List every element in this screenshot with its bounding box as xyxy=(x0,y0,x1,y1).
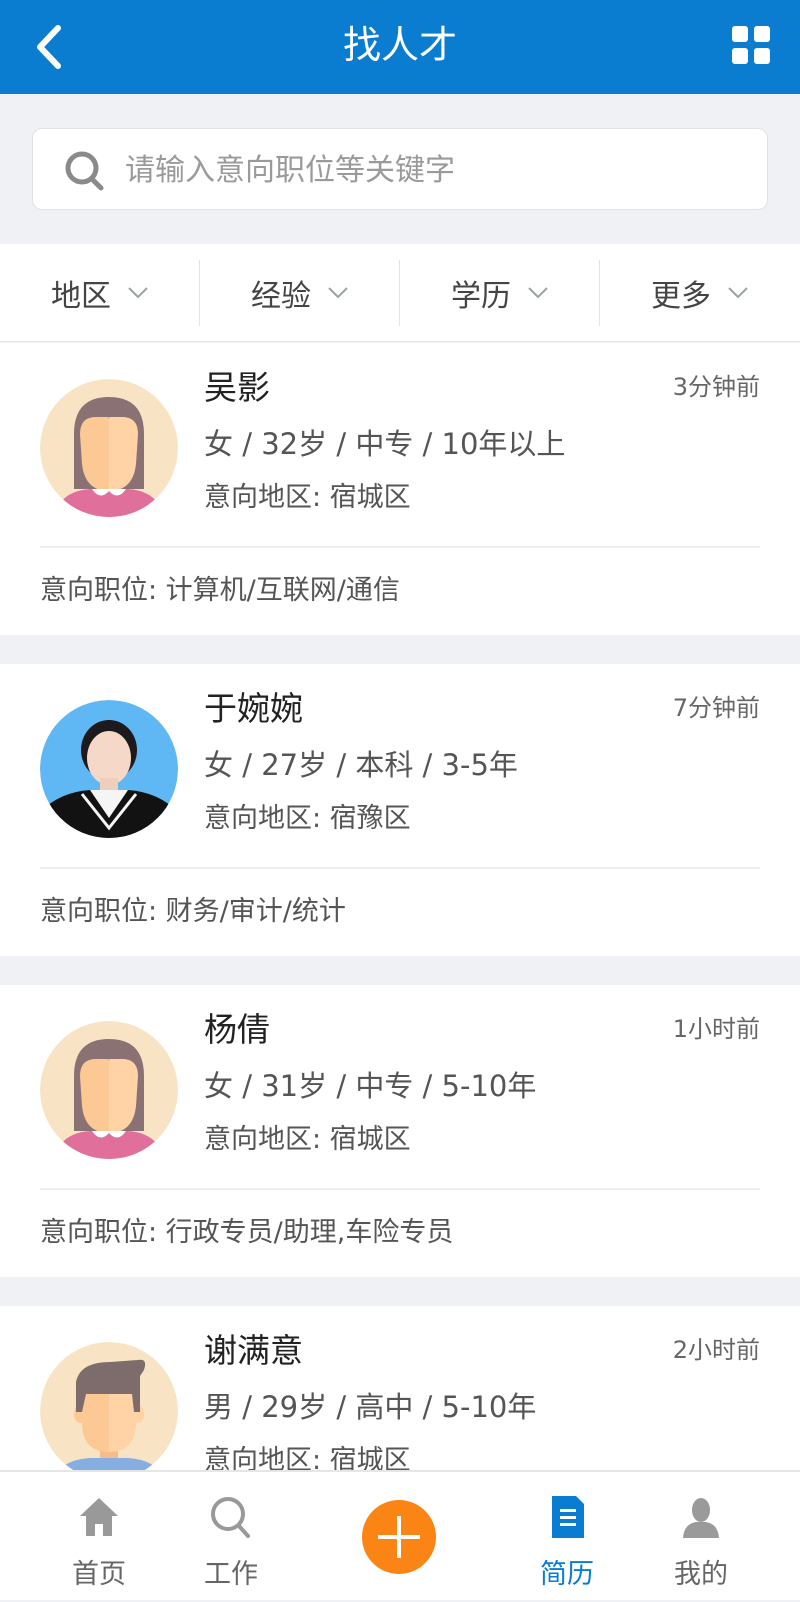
update-time: 3分钟前 xyxy=(672,373,760,401)
divider xyxy=(40,867,760,869)
menu-grid-button[interactable] xyxy=(732,26,772,66)
female-avatar-icon xyxy=(40,1021,178,1159)
chevron-down-icon xyxy=(128,286,148,298)
candidate-name: 吴影 xyxy=(204,368,270,407)
nav-home[interactable]: 首页 xyxy=(44,1472,154,1602)
bottom-nav: 首页 工作 简历 我的 xyxy=(0,1470,800,1600)
candidate-info: 女 / 27岁 / 本科 / 3-5年 xyxy=(204,748,518,782)
update-time: 2小时前 xyxy=(672,1336,760,1364)
user-icon xyxy=(683,1498,719,1538)
resume-icon xyxy=(552,1496,584,1538)
nav-profile[interactable]: 我的 xyxy=(646,1472,756,1602)
filter-label: 更多 xyxy=(651,278,711,314)
filter-region[interactable]: 地区 xyxy=(0,244,200,341)
avatar xyxy=(40,379,178,517)
update-time: 7分钟前 xyxy=(672,694,760,722)
candidate-info: 女 / 31岁 / 中专 / 5-10年 xyxy=(204,1069,537,1103)
photo-avatar-icon xyxy=(40,700,178,838)
candidate-name: 于婉婉 xyxy=(204,689,303,728)
divider xyxy=(40,546,760,548)
page-title: 找人才 xyxy=(342,23,457,67)
candidate-name: 杨倩 xyxy=(204,1010,270,1049)
filter-label: 学历 xyxy=(451,278,511,314)
desired-region: 意向地区: 宿豫区 xyxy=(204,803,411,834)
search-section xyxy=(0,94,800,244)
filter-bar: 地区 经验 学历 更多 xyxy=(0,244,800,342)
desired-position: 意向职位: 计算机/互联网/通信 xyxy=(40,575,400,606)
search-bar[interactable] xyxy=(32,128,768,210)
male-avatar-icon xyxy=(40,1342,178,1480)
avatar xyxy=(40,1021,178,1159)
avatar xyxy=(40,1342,178,1480)
nav-label: 我的 xyxy=(674,1559,728,1590)
search-icon xyxy=(211,1497,250,1538)
add-button[interactable] xyxy=(362,1500,436,1574)
search-icon xyxy=(65,151,104,191)
nav-label: 首页 xyxy=(72,1559,126,1590)
filter-education[interactable]: 学历 xyxy=(400,244,600,341)
desired-region: 意向地区: 宿城区 xyxy=(204,1124,411,1155)
resume-card[interactable]: 吴影 3分钟前 女 / 32岁 / 中专 / 10年以上 意向地区: 宿城区 意… xyxy=(0,343,800,635)
desired-position: 意向职位: 行政专员/助理,车险专员 xyxy=(40,1217,454,1248)
nav-jobs[interactable]: 工作 xyxy=(176,1472,286,1602)
chevron-down-icon xyxy=(528,286,548,298)
nav-label: 简历 xyxy=(540,1559,594,1590)
nav-resume[interactable]: 简历 xyxy=(512,1472,622,1602)
resume-card[interactable]: 于婉婉 7分钟前 女 / 27岁 / 本科 / 3-5年 意向地区: 宿豫区 意… xyxy=(0,664,800,956)
filter-more[interactable]: 更多 xyxy=(600,244,800,341)
desired-position: 意向职位: 财务/审计/统计 xyxy=(40,896,346,927)
home-icon xyxy=(80,1498,118,1536)
desired-region: 意向地区: 宿城区 xyxy=(204,482,411,513)
female-avatar-icon xyxy=(40,379,178,517)
candidate-name: 谢满意 xyxy=(204,1331,303,1370)
filter-experience[interactable]: 经验 xyxy=(200,244,400,341)
filter-label: 经验 xyxy=(251,278,311,314)
nav-label: 工作 xyxy=(204,1559,258,1590)
update-time: 1小时前 xyxy=(672,1015,760,1043)
search-input[interactable] xyxy=(125,143,745,197)
chevron-down-icon xyxy=(728,286,748,298)
candidate-info: 男 / 29岁 / 高中 / 5-10年 xyxy=(204,1390,537,1424)
resume-card[interactable]: 杨倩 1小时前 女 / 31岁 / 中专 / 5-10年 意向地区: 宿城区 意… xyxy=(0,985,800,1277)
candidate-info: 女 / 32岁 / 中专 / 10年以上 xyxy=(204,427,566,461)
filter-label: 地区 xyxy=(51,278,111,314)
divider xyxy=(40,1188,760,1190)
top-app-bar: 找人才 xyxy=(0,0,800,94)
chevron-down-icon xyxy=(328,286,348,298)
avatar xyxy=(40,700,178,838)
